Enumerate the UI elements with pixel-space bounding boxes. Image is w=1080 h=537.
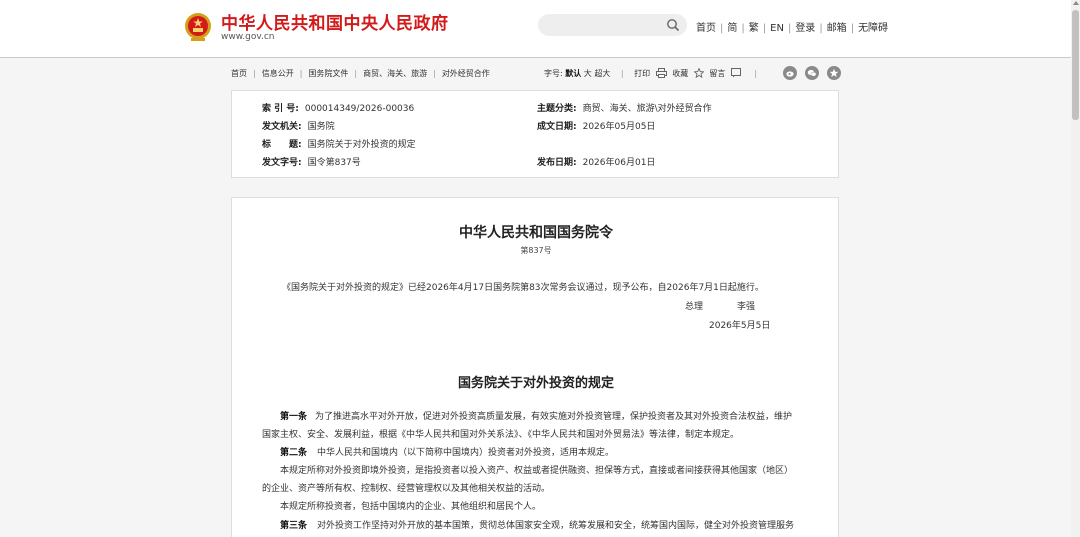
article-2-para-2-line-1: 本规定所称对外投资即境外投资，是指投资者以投入资产、权益或者提供融资、担保等方式… xyxy=(280,466,794,476)
article-1-label: 第一条 xyxy=(280,412,308,422)
breadcrumb-info-disclosure[interactable]: 信息公开 xyxy=(262,69,294,78)
qzone-share-icon[interactable] xyxy=(827,66,841,80)
comment-button[interactable]: 留言 xyxy=(709,69,725,78)
link-simplified[interactable]: 简 xyxy=(727,23,737,34)
weibo-share-icon[interactable] xyxy=(783,66,797,80)
breadcrumb-trade-customs-tourism[interactable]: 商贸、海关、旅游 xyxy=(363,69,427,78)
breadcrumb-foreign-trade[interactable]: 对外经贸合作 xyxy=(442,69,490,78)
article-2-para-3: 本规定所称投资者，包括中国境内的企业、其他组织和居民个人。 xyxy=(280,502,542,512)
article-3-label: 第三条 xyxy=(280,521,308,531)
signer-name: 李强 xyxy=(737,302,756,312)
signer-title: 总理 xyxy=(685,302,704,312)
font-large-button[interactable]: 大 xyxy=(584,69,592,78)
link-traditional[interactable]: 繁 xyxy=(749,23,759,34)
docnum-value: 国令第837号 xyxy=(307,158,361,168)
article-1-line-1: 第一条 为了推进高水平对外开放，促进对外投资高质量发展，有效实施对外投资管理，保护… xyxy=(280,409,792,422)
index-value: 000014349/2026-00036 xyxy=(304,104,415,114)
decree-number: 第837号 xyxy=(520,246,552,255)
link-home[interactable]: 首页 xyxy=(696,23,716,34)
info-category-row: 主题分类: 商贸、海关、旅游\对外经贸合作 xyxy=(537,101,712,114)
article-3-line-1: 第三条 对外投资工作坚持对外开放的基本国策，贯彻总体国家安全观，统筹发展和安全，统… xyxy=(280,518,794,531)
document-info-box: 索 引 号: 000014349/2026-00036 主题分类: 商贸、海关、旅游… xyxy=(231,90,839,178)
search-input[interactable] xyxy=(538,14,687,36)
article-2-line-1: 第二条 中华人民共和国境内（以下简称中国境内）投资者对外投资，适用本规定。 xyxy=(280,445,614,458)
breadcrumb-state-council-docs[interactable]: 国务院文件 xyxy=(308,69,348,78)
header-divider xyxy=(0,57,1080,58)
site-title[interactable]: 中华人民共和国中央人民政府 xyxy=(221,9,449,34)
created-label: 成文日期: xyxy=(537,122,577,132)
category-label: 主题分类: xyxy=(537,104,577,114)
info-docnum-row: 发文字号: 国令第837号 xyxy=(262,155,361,168)
published-label: 发布日期: xyxy=(537,158,577,168)
info-index-row: 索 引 号: 000014349/2026-00036 xyxy=(262,101,414,114)
top-links: 首页 | 简 | 繁 | EN | 登录 | 邮箱 | 无障碍 xyxy=(696,23,889,34)
category-value: 商贸、海关、旅游\对外经贸合作 xyxy=(582,104,712,114)
info-issuer-row: 发文机关: 国务院 xyxy=(262,119,335,132)
published-value: 2026年06月01日 xyxy=(582,158,656,168)
link-login[interactable]: 登录 xyxy=(795,23,815,34)
wechat-share-icon[interactable] xyxy=(805,66,819,80)
site-url[interactable]: www.gov.cn xyxy=(221,32,274,42)
print-button[interactable]: 打印 xyxy=(634,69,650,78)
docnum-label: 发文字号: xyxy=(262,158,302,168)
link-accessibility[interactable]: 无障碍 xyxy=(858,23,888,34)
search-icon[interactable] xyxy=(666,18,680,32)
info-created-row: 成文日期: 2026年05月05日 xyxy=(537,119,655,132)
article-3-text-1: 对外投资工作坚持对外开放的基本国策，贯彻总体国家安全观，统筹发展和安全，统筹国内… xyxy=(317,521,795,531)
scrollbar-thumb[interactable] xyxy=(1072,10,1079,120)
info-title-row: 标 题: 国务院关于对外投资的规定 xyxy=(262,137,416,150)
article-1-line-2: 国家主权、安全、发展利益，根据《中华人民共和国对外关系法》、《中华人民共和国对外… xyxy=(262,430,740,440)
index-label: 索 引 号: xyxy=(262,104,299,114)
print-icon[interactable] xyxy=(655,68,667,78)
font-default-button[interactable]: 默认 xyxy=(565,69,581,78)
article-body: 中华人民共和国国务院令 第837号 《国务院关于对外投资的规定》已经2026年4… xyxy=(231,197,839,537)
issuer-label: 发文机关: xyxy=(262,122,302,132)
link-mailbox[interactable]: 邮箱 xyxy=(827,23,847,34)
page-scrollbar[interactable] xyxy=(1071,0,1080,537)
sign-date: 2026年5月5日 xyxy=(709,321,771,331)
breadcrumb-home[interactable]: 首页 xyxy=(231,69,247,78)
article-2-label: 第二条 xyxy=(280,448,308,458)
info-published-row: 发布日期: 2026年06月01日 xyxy=(537,155,655,168)
article-2-para-2-line-2: 的企业、资产等所有权、控制权、经营管理权以及其他相关权益的活动。 xyxy=(262,484,551,494)
created-value: 2026年05月05日 xyxy=(582,122,656,132)
link-english[interactable]: EN xyxy=(770,23,784,34)
breadcrumb: 首页 | 信息公开 | 国务院文件 | 商贸、海关、旅游 | 对外经贸合作 xyxy=(231,69,490,78)
star-icon[interactable] xyxy=(693,68,704,78)
article-tools: 字号: 默认 大 超大 | 打印 收藏 留言 | xyxy=(544,68,758,78)
scroll-up-arrow-icon[interactable] xyxy=(1073,1,1079,5)
title-label: 标 题: xyxy=(262,140,302,150)
decree-intro: 《国务院关于对外投资的规定》已经2026年4月17日国务院第83次常务会议通过，… xyxy=(282,283,764,293)
comment-icon[interactable] xyxy=(730,68,741,78)
article-1-text-1: 为了推进高水平对外开放，促进对外投资高质量发展，有效实施对外投资管理，保护投资者… xyxy=(315,412,793,422)
font-xlarge-button[interactable]: 超大 xyxy=(594,69,610,78)
site-header: 中华人民共和国中央人民政府 www.gov.cn 首页 | 简 | 繁 | EN | 登录 | 邮箱… xyxy=(0,0,1080,57)
title-value: 国务院关于对外投资的规定 xyxy=(307,140,416,150)
font-size-label: 字号: xyxy=(544,69,563,78)
decree-title: 中华人民共和国国务院令 xyxy=(459,225,613,241)
article-2-text-1: 中华人民共和国境内（以下简称中国境内）投资者对外投资，适用本规定。 xyxy=(317,448,615,458)
regulation-title: 国务院关于对外投资的规定 xyxy=(457,376,614,391)
national-emblem-icon[interactable] xyxy=(183,11,213,43)
favorite-button[interactable]: 收藏 xyxy=(672,69,688,78)
issuer-value: 国务院 xyxy=(307,122,335,132)
